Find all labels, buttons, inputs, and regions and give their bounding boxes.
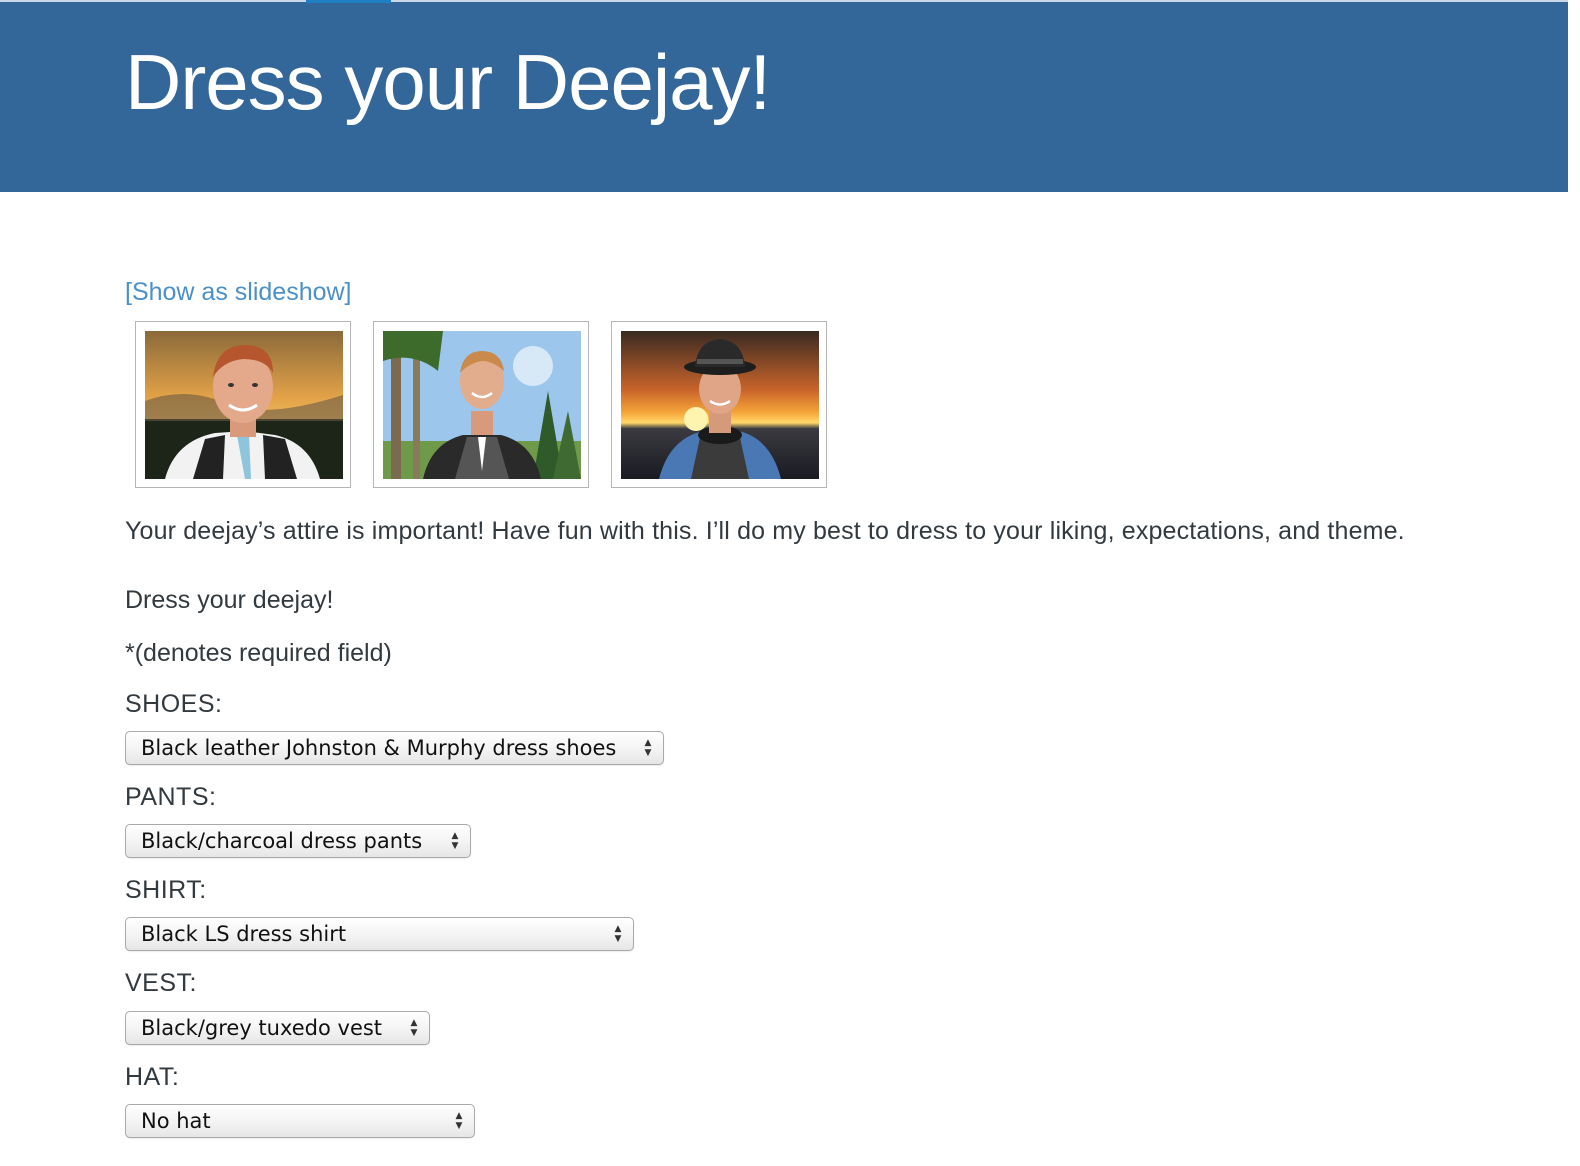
required-field-note: *(denotes required field) [125, 639, 392, 667]
deejay-photo-sunset-portrait [145, 331, 343, 479]
select-arrows-icon: ▲ ▼ [451, 831, 459, 851]
form-heading: Dress your deejay! [125, 586, 334, 614]
shoes-label: SHOES: [125, 690, 223, 718]
shoes-select-value: Black leather Johnston & Murphy dress sh… [141, 736, 617, 760]
deejay-photo-palm-trees [383, 331, 581, 479]
pants-select-value: Black/charcoal dress pants [141, 829, 423, 853]
shirt-select[interactable]: Black LS dress shirt ▲ ▼ [125, 917, 634, 951]
active-tab-indicator [306, 0, 391, 3]
page-header: Dress your Deejay! [0, 0, 1568, 192]
header-top-border [0, 0, 1568, 2]
shirt-select-value: Black LS dress shirt [141, 922, 347, 946]
gallery-thumbnail-3[interactable] [611, 321, 827, 488]
gallery-thumbnail-2[interactable] [373, 321, 589, 488]
shoes-select[interactable]: Black leather Johnston & Murphy dress sh… [125, 731, 664, 765]
vest-label: VEST: [125, 969, 197, 997]
select-arrows-icon: ▲ ▼ [614, 924, 622, 944]
hat-select[interactable]: No hat ▲ ▼ [125, 1104, 475, 1138]
deejay-photo-ocean-sunset [621, 331, 819, 479]
hat-select-value: No hat [141, 1109, 211, 1133]
intro-paragraph: Your deejay’s attire is important! Have … [125, 517, 1405, 545]
vest-select[interactable]: Black/grey tuxedo vest ▲ ▼ [125, 1011, 430, 1045]
select-arrows-icon: ▲ ▼ [455, 1111, 463, 1131]
hat-label: HAT: [125, 1063, 180, 1091]
vest-select-value: Black/grey tuxedo vest [141, 1016, 383, 1040]
show-slideshow-link[interactable]: [Show as slideshow] [125, 278, 352, 307]
gallery-thumbnail-1[interactable] [135, 321, 351, 488]
shirt-label: SHIRT: [125, 876, 207, 904]
select-arrows-icon: ▲ ▼ [644, 738, 652, 758]
select-arrows-icon: ▲ ▼ [410, 1018, 418, 1038]
pants-select[interactable]: Black/charcoal dress pants ▲ ▼ [125, 824, 471, 858]
page-title: Dress your Deejay! [125, 38, 771, 126]
page-edge [1568, 0, 1580, 1166]
pants-label: PANTS: [125, 783, 217, 811]
